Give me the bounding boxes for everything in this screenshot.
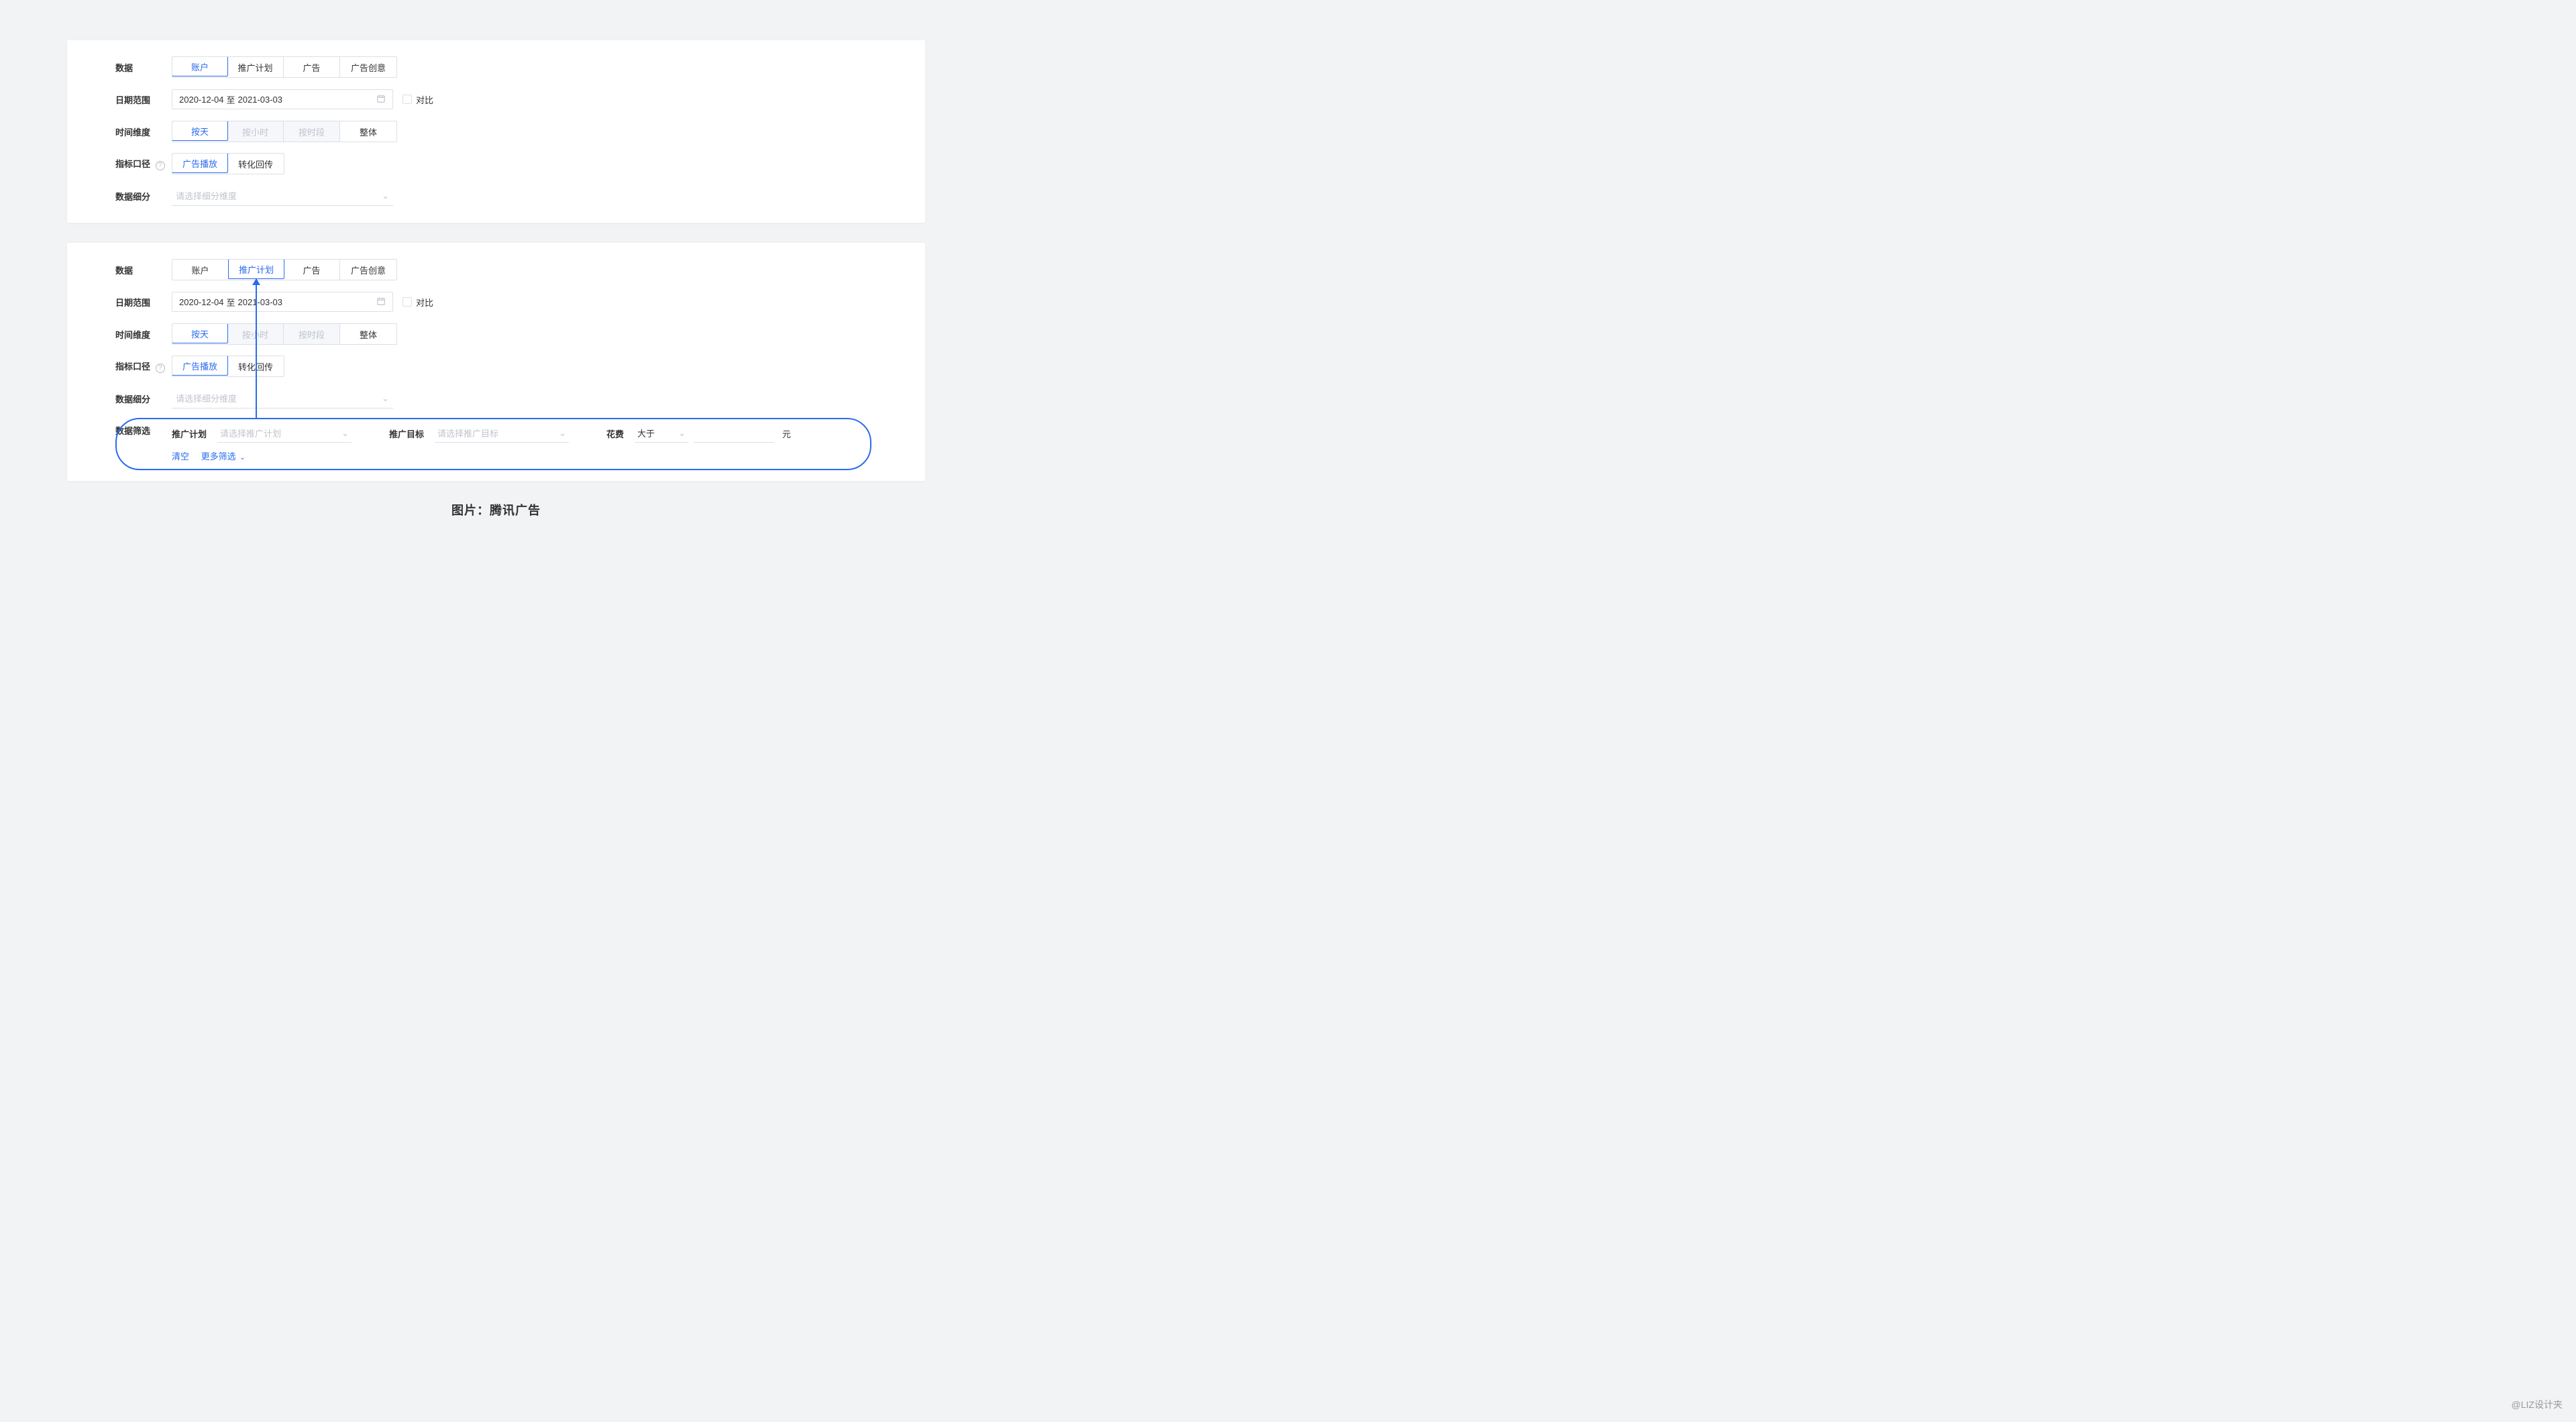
breakdown-select[interactable]: 请选择细分维度 ⌄: [172, 186, 393, 206]
row-data: 数据 账户 推广计划 广告 广告创意: [115, 56, 877, 78]
tab-campaign-2[interactable]: 推广计划: [228, 259, 284, 279]
label-data: 数据: [115, 61, 172, 74]
tab-account[interactable]: 账户: [172, 56, 228, 76]
filter-cost-label: 花费: [606, 427, 624, 440]
tab-overall[interactable]: 整体: [340, 121, 396, 142]
tab-by-day[interactable]: 按天: [172, 121, 228, 141]
filter-cost-unit: 元: [782, 427, 791, 440]
row-metric-scope-2: 指标口径 ? 广告播放 转化回传: [115, 356, 877, 377]
filter-cost-op: 大于: [637, 427, 655, 439]
tab-creative[interactable]: 广告创意: [340, 57, 396, 77]
filter-cost-op-select[interactable]: 大于 ⌄: [635, 424, 688, 443]
tab-ad-play-2[interactable]: 广告播放: [172, 356, 228, 376]
breakdown-select-2[interactable]: 请选择细分维度 ⌄: [172, 388, 393, 408]
row-breakdown: 数据细分 请选择细分维度 ⌄: [115, 185, 877, 207]
filter-plan-label: 推广计划: [172, 427, 207, 440]
breakdown-placeholder-2: 请选择细分维度: [176, 392, 237, 404]
row-data-2: 数据 账户 推广计划 广告 广告创意: [115, 259, 877, 280]
caption: 图片：腾讯广告: [67, 501, 925, 518]
time-tabs: 按天 按小时 按时段 整体: [172, 121, 397, 142]
scope-tabs-2: 广告播放 转化回传: [172, 356, 284, 377]
filter-plan-placeholder: 请选择推广计划: [220, 427, 281, 439]
compare-toggle-2[interactable]: 对比: [402, 296, 433, 309]
label-data-2: 数据: [115, 264, 172, 276]
chevron-down-icon-2: ⌄: [382, 393, 389, 404]
filter-target-select[interactable]: 请选择推广目标 ⌄: [435, 424, 569, 443]
label-metric-scope: 指标口径 ?: [115, 157, 172, 170]
tab-campaign[interactable]: 推广计划: [227, 57, 284, 77]
tab-account-2[interactable]: 账户: [172, 260, 229, 280]
tab-by-period: 按时段: [284, 121, 340, 142]
filter-more-link[interactable]: 更多筛选 ⌄: [201, 451, 246, 461]
calendar-icon-2: [376, 296, 386, 308]
row-data-filter: 数据筛选 推广计划 请选择推广计划 ⌄ 推广目标 请选择推广目标 ⌄ 花费 大于: [115, 420, 877, 462]
label-time-dim-2: 时间维度: [115, 328, 172, 341]
row-date: 日期范围 2020-12-04 至 2021-03-03 对比: [115, 89, 877, 110]
chevron-down-icon-5: ⌄: [678, 428, 686, 439]
data-tabs-2: 账户 推广计划 广告 广告创意: [172, 259, 397, 280]
tab-conversion[interactable]: 转化回传: [227, 154, 284, 174]
label-breakdown: 数据细分: [115, 190, 172, 203]
filter-row-controls: 推广计划 请选择推广计划 ⌄ 推广目标 请选择推广目标 ⌄ 花费 大于 ⌄: [172, 424, 877, 443]
row-date-2: 日期范围 2020-12-04 至 2021-03-03 对比: [115, 291, 877, 313]
panel-top: 数据 账户 推广计划 广告 广告创意 日期范围 2020-12-04 至 202…: [67, 40, 925, 223]
breakdown-placeholder: 请选择细分维度: [176, 189, 237, 202]
tab-creative-2[interactable]: 广告创意: [340, 260, 396, 280]
date-end: 2021-03-03: [238, 95, 283, 105]
time-tabs-2: 按天 按小时 按时段 整体: [172, 323, 397, 345]
tab-by-hour: 按小时: [227, 121, 284, 142]
tab-ad-play[interactable]: 广告播放: [172, 153, 228, 173]
checkbox-icon: [402, 95, 412, 104]
tab-ad-2[interactable]: 广告: [284, 260, 340, 280]
row-time-dim-2: 时间维度 按天 按小时 按时段 整体: [115, 323, 877, 345]
date-range-input[interactable]: 2020-12-04 至 2021-03-03: [172, 89, 393, 109]
filter-target-placeholder: 请选择推广目标: [437, 427, 498, 439]
date-start-2: 2020-12-04: [179, 297, 224, 307]
label-metric-scope-2: 指标口径 ?: [115, 360, 172, 373]
tab-by-hour-2: 按小时: [227, 324, 284, 344]
row-metric-scope: 指标口径 ? 广告播放 转化回传: [115, 153, 877, 174]
label-date-range-2: 日期范围: [115, 296, 172, 309]
panel-bottom: 数据 账户 推广计划 广告 广告创意 日期范围 2020-12-04 至 202…: [67, 243, 925, 481]
date-start: 2020-12-04: [179, 95, 224, 105]
compare-label: 对比: [416, 93, 433, 106]
label-time-dim: 时间维度: [115, 125, 172, 138]
data-tabs: 账户 推广计划 广告 广告创意: [172, 56, 397, 78]
chevron-down-icon: ⌄: [382, 190, 389, 201]
date-range-input-2[interactable]: 2020-12-04 至 2021-03-03: [172, 292, 393, 312]
calendar-icon: [376, 94, 386, 105]
label-date-range: 日期范围: [115, 93, 172, 106]
filter-plan-select[interactable]: 请选择推广计划 ⌄: [217, 424, 352, 443]
label-breakdown-2: 数据细分: [115, 392, 172, 405]
compare-label-2: 对比: [416, 296, 433, 309]
tab-overall-2[interactable]: 整体: [340, 324, 396, 344]
row-breakdown-2: 数据细分 请选择细分维度 ⌄: [115, 388, 877, 409]
filter-target-label: 推广目标: [389, 427, 424, 440]
row-time-dim: 时间维度 按天 按小时 按时段 整体: [115, 121, 877, 142]
date-sep-2: 至: [227, 296, 235, 309]
watermark: @LIZ设计夹: [2512, 1398, 2563, 1411]
chevron-down-icon-6: ⌄: [239, 454, 245, 461]
checkbox-icon-2: [402, 297, 412, 307]
chevron-down-icon-4: ⌄: [559, 428, 566, 439]
filter-row-links: 清空 更多筛选 ⌄: [172, 449, 877, 462]
tab-ad[interactable]: 广告: [284, 57, 340, 77]
compare-toggle[interactable]: 对比: [402, 93, 433, 106]
scope-tabs: 广告播放 转化回传: [172, 153, 284, 174]
date-end-2: 2021-03-03: [238, 297, 283, 307]
filter-clear-link[interactable]: 清空: [172, 451, 189, 461]
help-icon-2[interactable]: ?: [156, 364, 165, 373]
tab-conversion-2[interactable]: 转化回传: [227, 356, 284, 376]
filter-body: 推广计划 请选择推广计划 ⌄ 推广目标 请选择推广目标 ⌄ 花费 大于 ⌄: [172, 424, 877, 462]
label-data-filter: 数据筛选: [115, 424, 172, 437]
chevron-down-icon-3: ⌄: [341, 428, 349, 439]
date-sep: 至: [227, 93, 235, 106]
tab-by-period-2: 按时段: [284, 324, 340, 344]
help-icon[interactable]: ?: [156, 161, 165, 170]
filter-cost-value-input[interactable]: [694, 424, 774, 443]
tab-by-day-2[interactable]: 按天: [172, 323, 228, 343]
